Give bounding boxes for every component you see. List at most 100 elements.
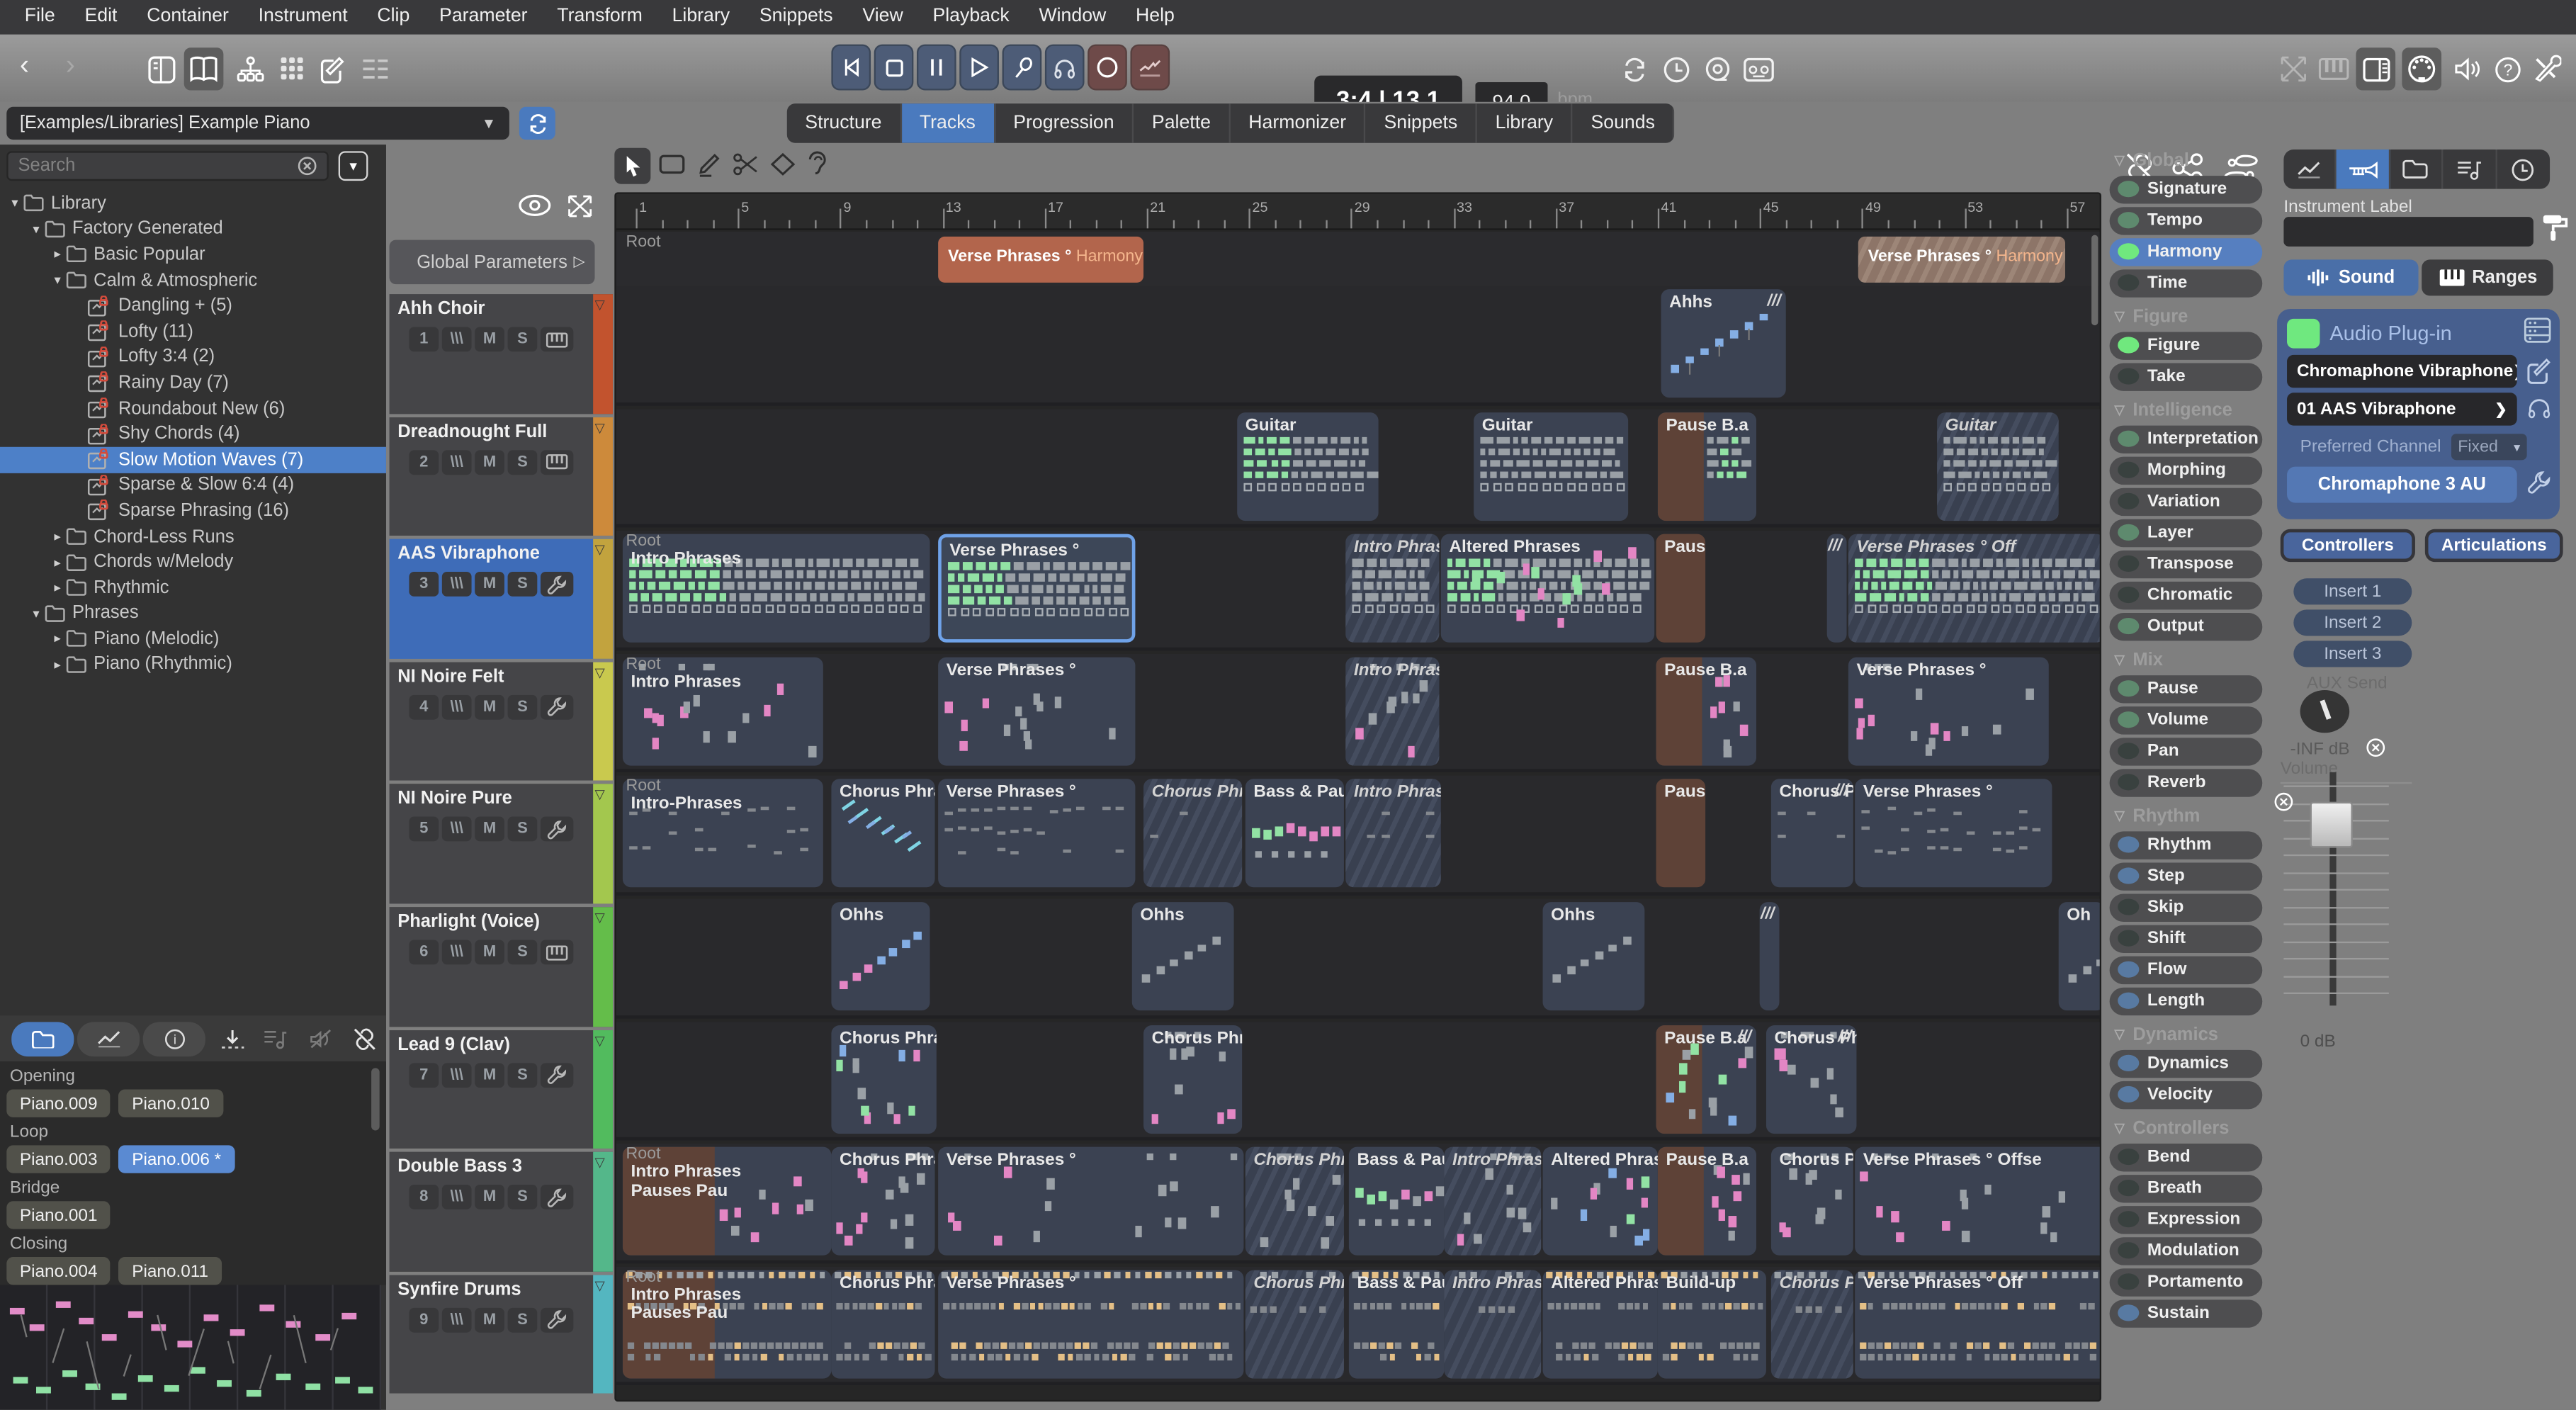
clip-chorus-phra[interactable]: Chorus Phra	[1771, 1270, 1853, 1378]
rack-icon[interactable]	[2524, 317, 2551, 344]
param-layer[interactable]: Layer	[2110, 519, 2263, 546]
expand-tracks-icon[interactable]	[567, 194, 593, 219]
monitor-headphones-button[interactable]	[1045, 45, 1085, 91]
track-collapse-icon[interactable]: ▽	[594, 1278, 604, 1293]
track-solo-button[interactable]: S	[508, 1062, 538, 1087]
tree-item-piano-melodic[interactable]: ▸Piano (Melodic)	[0, 626, 386, 652]
clip-intro-phrases[interactable]: Intro Phrases	[1444, 1147, 1541, 1256]
param-section-intelligence[interactable]: ▽Intelligence	[2110, 395, 2274, 426]
clip-chorus-phra[interactable]: Chorus Phra	[1143, 1025, 1242, 1133]
bar-ruler[interactable]: 159131721252933374145495357	[616, 194, 2101, 230]
import-icon[interactable]	[220, 1029, 245, 1051]
phrase-chip-piano-009[interactable]: Piano.009	[6, 1089, 111, 1117]
track-ni-noire-felt[interactable]: NI Noire Felt4\\\MS▽	[390, 662, 613, 781]
param-pause[interactable]: Pause	[2110, 675, 2263, 702]
track-hatch-button[interactable]: \\\	[442, 694, 472, 719]
param-volume[interactable]: Volume	[2110, 706, 2263, 733]
track-number-button[interactable]: 5	[409, 817, 439, 842]
param-harmony[interactable]: Harmony	[2110, 238, 2263, 265]
clip-altered-phrases[interactable]: Altered Phrases	[1543, 1147, 1658, 1256]
track-number-button[interactable]: 1	[409, 327, 439, 351]
sidebar-view-icon[interactable]	[145, 52, 177, 85]
clip-guitar[interactable]: Guitar	[1237, 412, 1378, 520]
clip-verse-phrases-off[interactable]: Verse Phrases ° Off	[1855, 1270, 2101, 1378]
track-collapse-icon[interactable]: ▽	[594, 910, 604, 925]
param-bend[interactable]: Bend	[2110, 1144, 2263, 1171]
track-solo-button[interactable]: S	[508, 449, 538, 474]
tree-item-dangling-5[interactable]: Dangling + (5)	[0, 293, 386, 319]
listen-tool-icon[interactable]	[807, 151, 828, 177]
param-section-dynamics[interactable]: ▽Dynamics	[2110, 1019, 2274, 1050]
menu-item-container[interactable]: Container	[132, 0, 243, 35]
stop-button[interactable]	[874, 45, 914, 91]
tree-item-basic-popular[interactable]: ▸Basic Popular	[0, 242, 386, 267]
param-section-global[interactable]: ▽Global	[2110, 145, 2274, 176]
track-ni-noire-pure[interactable]: NI Noire Pure5\\\MS▽	[390, 784, 613, 903]
tab-history-icon[interactable]	[2497, 150, 2550, 189]
phrase-chip-piano-006[interactable]: Piano.006 *	[119, 1145, 235, 1173]
phrase-chip-piano-011[interactable]: Piano.011	[119, 1257, 222, 1285]
tree-arrow-icon[interactable]: ▸	[50, 529, 66, 544]
track-mute-button[interactable]: M	[475, 572, 504, 597]
paint-roller-icon[interactable]	[2541, 213, 2567, 241]
search-options-button[interactable]: ▾	[339, 151, 368, 181]
param-chromatic[interactable]: Chromatic	[2110, 582, 2263, 609]
tape-id-icon[interactable]	[1741, 52, 1774, 85]
param-figure[interactable]: Figure	[2110, 332, 2263, 359]
param-dynamics[interactable]: Dynamics	[2110, 1050, 2263, 1077]
pause-button[interactable]	[917, 45, 956, 91]
clip-ohhs[interactable]: Ohhs	[831, 902, 930, 1010]
phrase-chip-piano-004[interactable]: Piano.004	[6, 1257, 111, 1285]
track-mute-button[interactable]: M	[475, 1307, 504, 1332]
track-mute-button[interactable]: M	[475, 694, 504, 719]
ranges-tab-button[interactable]: Ranges	[2422, 259, 2553, 295]
tools-icon[interactable]	[2530, 52, 2563, 85]
track-ranges-piano-icon[interactable]	[541, 940, 573, 964]
track-hatch-button[interactable]: \\\	[442, 1185, 472, 1209]
search-input[interactable]: Search	[6, 151, 329, 181]
clip-verse-phrases-offse[interactable]: Verse Phrases ° Offse	[1855, 1147, 2101, 1256]
track-settings-wrench-icon[interactable]	[541, 1062, 573, 1087]
insert-2-button[interactable]: Insert 2	[2293, 609, 2412, 636]
nav-forward-button[interactable]: ›	[66, 50, 75, 82]
tree-item-sparse-phrasing-16[interactable]: Sparse Phrasing (16)	[0, 498, 386, 524]
clip-intro-phrases[interactable]: Intro Phrases	[1444, 1270, 1541, 1378]
clip-chorus-phra[interactable]: Chorus Phra	[1245, 1270, 1344, 1378]
tree-arrow-icon[interactable]: ▾	[28, 222, 44, 237]
structure-tree-icon[interactable]	[233, 52, 266, 85]
plugin-settings-wrench-icon[interactable]	[2527, 470, 2552, 495]
track-hatch-button[interactable]: \\\	[442, 449, 472, 474]
articulations-button[interactable]: Articulations	[2425, 529, 2563, 562]
volume-fader[interactable]	[2271, 772, 2402, 1019]
open-plugin-button[interactable]: Chromaphone 3 AU	[2287, 467, 2517, 503]
clip-ohhs[interactable]: Ohhs	[1543, 902, 1645, 1010]
list-view-icon[interactable]	[358, 52, 391, 85]
track-mute-button[interactable]: M	[475, 940, 504, 964]
clip-intro-phrases[interactable]: Intro Phrases	[1345, 534, 1439, 643]
track-solo-button[interactable]: S	[508, 572, 538, 597]
track-hatch-button[interactable]: \\\	[442, 1307, 472, 1332]
track-mute-button[interactable]: M	[475, 327, 504, 351]
track-mute-button[interactable]: M	[475, 1062, 504, 1087]
clock-icon[interactable]	[1659, 52, 1692, 85]
clip-verse-phrases-off[interactable]: Verse Phrases ° Off	[1848, 534, 2101, 643]
tree-item-lofty-11[interactable]: Lofty (11)	[0, 319, 386, 344]
clip-pause-b-a[interactable]: Pause B.a	[1658, 1147, 1756, 1256]
clip-verse-phrases[interactable]: Verse Phrases °	[1855, 779, 2052, 888]
clip-bass-paus[interactable]: Bass & Paus	[1245, 779, 1344, 888]
param-output[interactable]: Output	[2110, 613, 2263, 640]
param-take[interactable]: Take	[2110, 363, 2263, 390]
track-hatch-button[interactable]: \\\	[442, 572, 472, 597]
volume-reset-icon[interactable]	[2273, 792, 2293, 812]
tab-snippets[interactable]: Snippets	[1366, 103, 1477, 143]
param-section-rhythm[interactable]: ▽Rhythm	[2110, 800, 2274, 831]
track-mute-button[interactable]: M	[475, 1185, 504, 1209]
nav-back-button[interactable]: ‹	[20, 50, 29, 82]
clip-altered-phrases[interactable]: Altered Phrases	[1543, 1270, 1658, 1378]
param-section-mix[interactable]: ▽Mix	[2110, 644, 2274, 675]
instrument-label-input[interactable]	[2283, 217, 2533, 247]
menu-item-parameter[interactable]: Parameter	[424, 0, 542, 35]
clip-ohhs[interactable]: Ohhs	[1132, 902, 1234, 1010]
clip-chorus-phra[interactable]: Chorus Phra	[831, 779, 934, 888]
tab-library[interactable]: Library	[1477, 103, 1573, 143]
